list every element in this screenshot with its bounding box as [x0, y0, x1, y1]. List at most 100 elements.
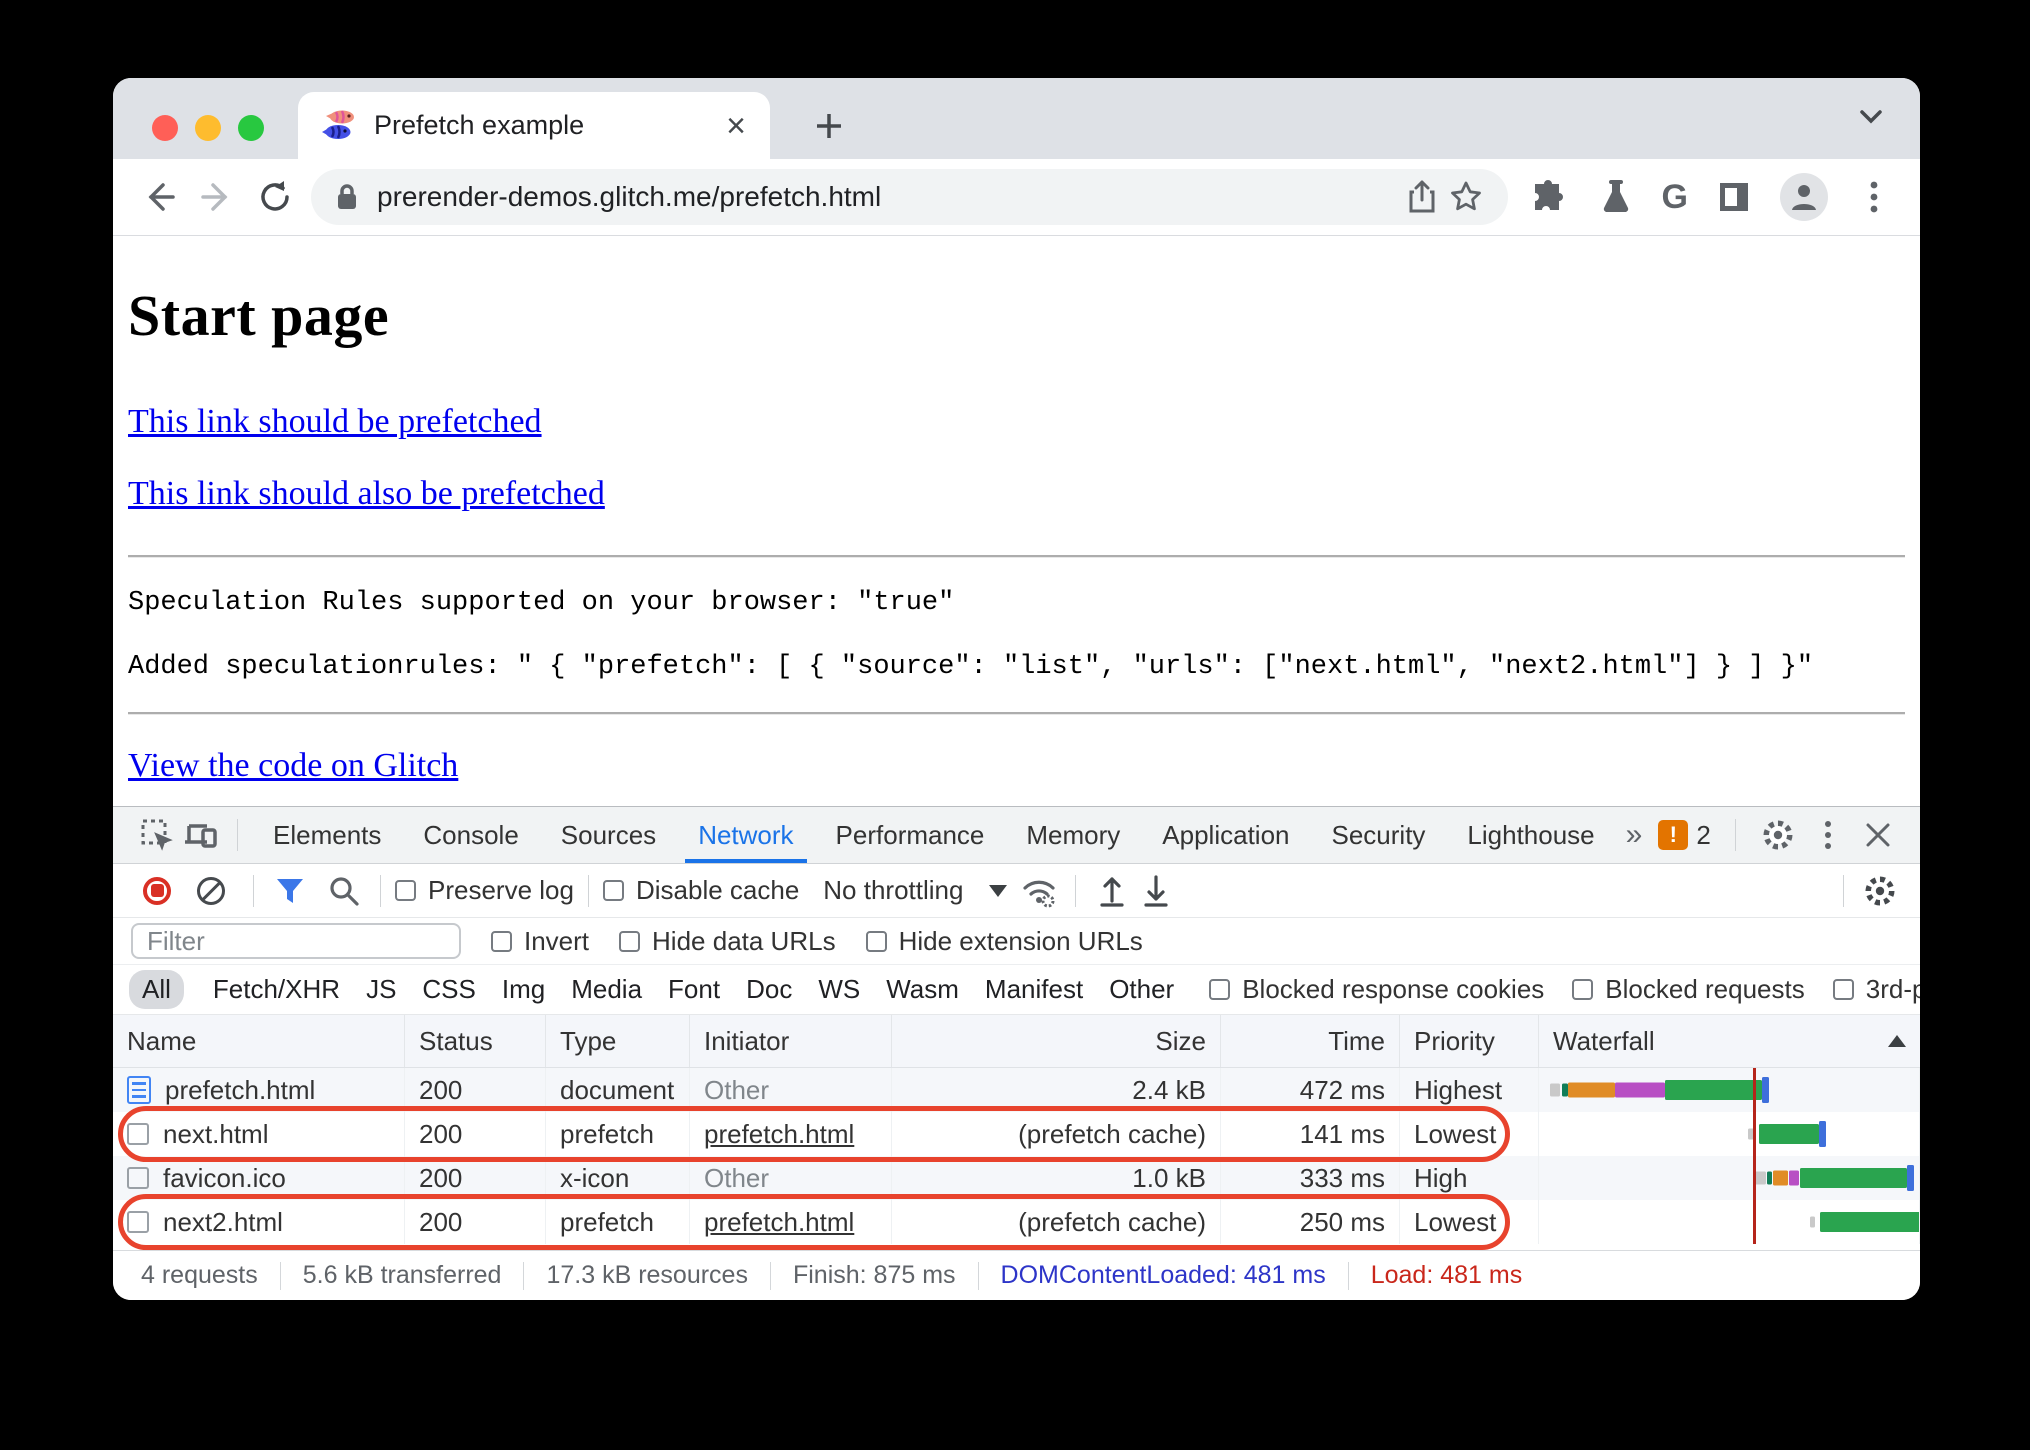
tab-close-icon[interactable]: × [720, 109, 752, 143]
type-filter-media[interactable]: Media [558, 970, 655, 1009]
prefetch-link-2[interactable]: This link should also be prefetched [128, 475, 605, 513]
more-tabs-icon[interactable]: » [1616, 807, 1649, 863]
flask-icon[interactable] [1594, 175, 1638, 219]
forward-button[interactable] [195, 175, 239, 219]
divider [587, 874, 589, 907]
devtools-tab-security[interactable]: Security [1311, 807, 1447, 863]
blocked-response-cookies-checkbox[interactable]: Blocked response cookies [1209, 974, 1544, 1005]
share-icon[interactable] [1400, 175, 1444, 219]
devtools-menu-dots-icon[interactable] [1806, 813, 1850, 857]
type-filter-all[interactable]: All [129, 970, 184, 1009]
filter-input[interactable] [131, 923, 461, 959]
devtools-tab-elements[interactable]: Elements [252, 807, 402, 863]
devtools-tab-network[interactable]: Network [677, 807, 814, 863]
network-settings-gear-icon[interactable] [1858, 869, 1902, 913]
checkbox-icon[interactable] [1209, 979, 1231, 1000]
type-filter-font[interactable]: Font [655, 970, 733, 1009]
export-har-icon[interactable] [1134, 869, 1178, 913]
transferred-size: 5.6 kB transferred [302, 1261, 502, 1289]
hide-data-urls-checkbox[interactable]: Hide data URLs [619, 926, 836, 957]
network-conditions-wifi-icon[interactable] [1017, 869, 1061, 913]
import-har-icon[interactable] [1090, 869, 1134, 913]
profile-avatar[interactable] [1780, 173, 1828, 221]
type-filter-other[interactable]: Other [1096, 970, 1187, 1009]
table-row-prefetch-html[interactable]: prefetch.html 200 document Other 2.4 kB … [113, 1068, 1920, 1112]
column-header-priority[interactable]: Priority [1400, 1015, 1539, 1067]
divider [237, 819, 238, 851]
table-row-favicon-ico[interactable]: favicon.ico 200 x-icon Other 1.0 kB 333 … [113, 1156, 1920, 1200]
record-network-log-icon[interactable] [143, 876, 171, 905]
browser-tab[interactable]: Prefetch example × [298, 92, 770, 159]
initiator-link[interactable]: prefetch.html [704, 1119, 854, 1150]
table-header-row: Name Status Type Initiator Size Time Pri… [113, 1015, 1920, 1068]
column-header-initiator[interactable]: Initiator [690, 1015, 892, 1067]
type-filter-fetchxhr[interactable]: Fetch/XHR [200, 970, 353, 1009]
prefetch-link-1[interactable]: This link should be prefetched [128, 403, 542, 441]
blocked-requests-checkbox[interactable]: Blocked requests [1572, 974, 1805, 1005]
url-bar[interactable]: prerender-demos.glitch.me/prefetch.html [311, 169, 1508, 225]
tabstrip-chevron-icon[interactable] [1854, 104, 1888, 128]
sort-arrow-icon[interactable] [1888, 1035, 1906, 1047]
checkbox-icon[interactable] [865, 930, 887, 952]
checkbox-icon[interactable] [491, 930, 512, 952]
google-icon[interactable]: G [1662, 178, 1688, 217]
side-panel-icon[interactable] [1712, 175, 1756, 219]
macos-minimize-button[interactable] [195, 115, 221, 141]
devtools-tab-sources[interactable]: Sources [540, 807, 677, 863]
throttling-dropdown[interactable]: No throttling [823, 875, 1008, 906]
macos-zoom-button[interactable] [238, 115, 264, 141]
column-header-time[interactable]: Time [1221, 1015, 1400, 1067]
network-toolbar: Preserve log Disable cache No throttling [113, 864, 1920, 918]
inspect-element-icon[interactable] [135, 813, 179, 857]
type-filter-js[interactable]: JS [353, 970, 409, 1009]
new-tab-button[interactable] [803, 100, 855, 152]
column-header-type[interactable]: Type [546, 1015, 690, 1067]
hide-extension-urls-checkbox[interactable]: Hide extension URLs [865, 926, 1143, 957]
checkbox-icon[interactable] [602, 880, 624, 901]
checkbox-icon[interactable] [1832, 979, 1854, 1000]
column-header-status[interactable]: Status [405, 1015, 546, 1067]
glitch-code-link[interactable]: View the code on Glitch [128, 747, 458, 785]
initiator-link[interactable]: prefetch.html [704, 1207, 854, 1238]
type-filter-doc[interactable]: Doc [733, 970, 805, 1009]
reload-button[interactable] [253, 175, 297, 219]
third-party-requests-checkbox[interactable]: 3rd-party requests [1832, 974, 1920, 1005]
requests-count: 4 requests [141, 1261, 258, 1289]
search-icon[interactable] [322, 869, 366, 913]
devtools-tab-console[interactable]: Console [402, 807, 539, 863]
type-filter-ws[interactable]: WS [805, 970, 873, 1009]
devtools-tab-memory[interactable]: Memory [1005, 807, 1141, 863]
type-filter-wasm[interactable]: Wasm [873, 970, 972, 1009]
type-filter-manifest[interactable]: Manifest [972, 970, 1096, 1009]
bookmark-star-icon[interactable] [1444, 175, 1488, 219]
waterfall-cell [1539, 1112, 1920, 1156]
device-toolbar-icon[interactable] [179, 813, 223, 857]
table-row-next-html[interactable]: next.html 200 prefetch prefetch.html (pr… [113, 1112, 1920, 1156]
column-header-name[interactable]: Name [113, 1015, 405, 1067]
browser-menu-dots-icon[interactable] [1852, 175, 1896, 219]
type-filter-css[interactable]: CSS [409, 970, 488, 1009]
issues-counter[interactable]: ! 2 [1648, 807, 1720, 863]
extensions-puzzle-icon[interactable] [1526, 175, 1570, 219]
column-header-waterfall[interactable]: Waterfall [1539, 1015, 1920, 1067]
preserve-log-checkbox[interactable]: Preserve log [395, 875, 574, 906]
devtools-tab-lighthouse[interactable]: Lighthouse [1446, 807, 1615, 863]
divider [128, 712, 1905, 715]
devtools-tab-application[interactable]: Application [1141, 807, 1310, 863]
table-row-next2-html[interactable]: next2.html 200 prefetch prefetch.html (p… [113, 1200, 1920, 1244]
devtools-settings-gear-icon[interactable] [1756, 813, 1800, 857]
checkbox-icon[interactable] [395, 880, 416, 901]
checkbox-icon[interactable] [619, 930, 641, 952]
type-filter-img[interactable]: Img [489, 970, 558, 1009]
column-header-size[interactable]: Size [892, 1015, 1221, 1067]
waterfall-segment-wait [1665, 1080, 1762, 1100]
invert-checkbox[interactable]: Invert [491, 926, 589, 957]
macos-close-button[interactable] [152, 115, 178, 141]
checkbox-icon[interactable] [1572, 979, 1594, 1000]
filter-funnel-icon[interactable] [268, 869, 312, 913]
back-button[interactable] [137, 175, 181, 219]
devtools-close-icon[interactable] [1856, 813, 1900, 857]
devtools-tab-performance[interactable]: Performance [815, 807, 1006, 863]
clear-network-log-icon[interactable] [197, 876, 225, 905]
disable-cache-checkbox[interactable]: Disable cache [602, 875, 799, 906]
